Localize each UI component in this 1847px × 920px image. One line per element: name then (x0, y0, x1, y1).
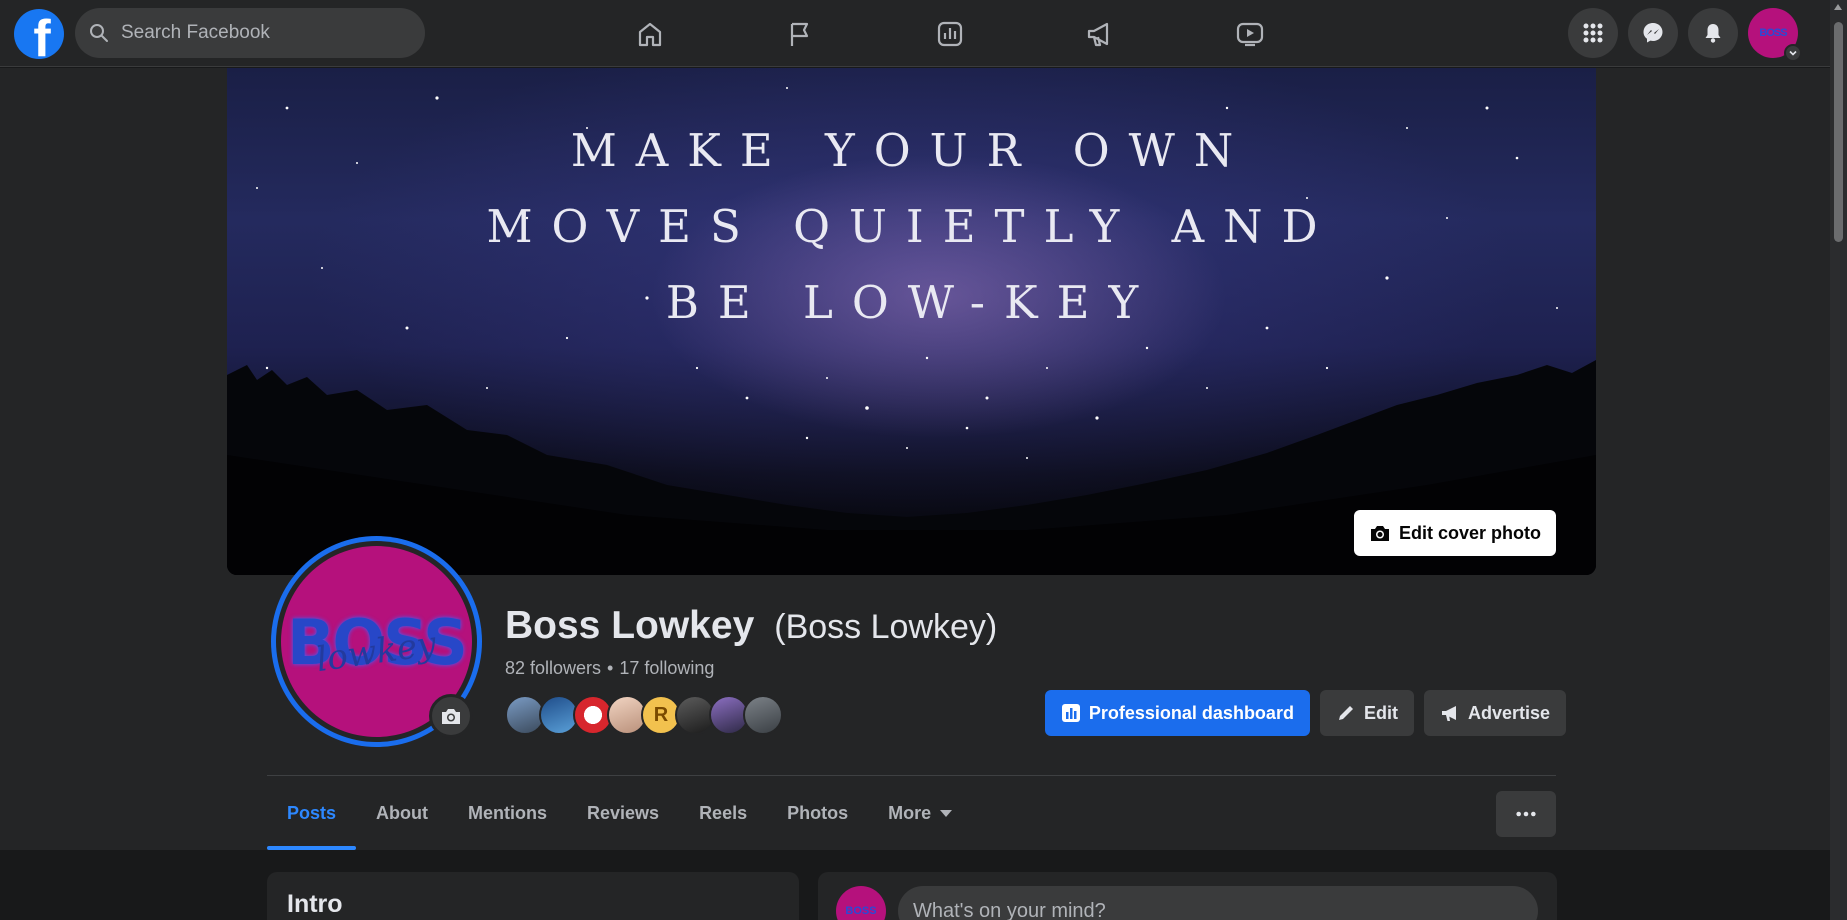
messenger-icon (1643, 23, 1663, 43)
update-profile-picture-button[interactable] (429, 694, 473, 738)
composer-avatar[interactable]: BOSS (836, 886, 886, 920)
following-count-link[interactable]: 17 following (619, 658, 714, 679)
megaphone-icon (1441, 706, 1456, 721)
chevron-down-icon (1784, 44, 1802, 62)
profile-tabs: Posts About Mentions Reviews Reels Photo… (267, 776, 972, 850)
nav-pages[interactable] (725, 0, 875, 67)
scroll-up-arrow[interactable] (1834, 4, 1842, 10)
advertise-label: Advertise (1467, 702, 1550, 723)
professional-dashboard-button[interactable]: Professional dashboard (1044, 690, 1310, 736)
messenger-button[interactable] (1628, 8, 1678, 58)
nav-watch[interactable] (1175, 0, 1325, 67)
notifications-button[interactable] (1688, 8, 1738, 58)
account-avatar[interactable]: BOSS (1748, 8, 1802, 62)
edit-cover-label: Edit cover photo (1398, 522, 1541, 543)
nav-home[interactable] (575, 0, 725, 67)
composer-placeholder: What's on your mind? (913, 899, 1106, 920)
home-icon (638, 22, 662, 46)
megaphone-icon (1087, 22, 1109, 46)
camera-icon (442, 709, 460, 724)
page-scrollbar[interactable] (1830, 0, 1847, 920)
cover-line: MAKE YOUR OWN (570, 124, 1253, 177)
scrollbar-thumb[interactable] (1834, 22, 1843, 242)
profile-name: Boss Lowkey (505, 604, 755, 647)
tab-more[interactable]: More (868, 776, 972, 850)
tab-mentions[interactable]: Mentions (448, 776, 567, 850)
flag-icon (790, 22, 809, 46)
followers-count-link[interactable]: 82 followers (505, 658, 601, 679)
more-options-button[interactable] (1496, 791, 1556, 837)
search-input[interactable]: Search Facebook (75, 8, 425, 58)
menu-grid-icon (1583, 23, 1603, 43)
notifications-icon (1705, 24, 1721, 43)
tab-about[interactable]: About (356, 776, 448, 850)
cover-quote: MAKE YOUR OWN MOVES QUIETLY AND BE LOW-K… (227, 113, 1596, 341)
insights-icon (937, 21, 963, 46)
nav-ads[interactable] (1025, 0, 1175, 67)
tab-reels[interactable]: Reels (679, 776, 767, 850)
cover-line: BE LOW-KEY (665, 276, 1158, 329)
separator-dot: • (607, 658, 614, 678)
ellipsis-icon (1516, 811, 1536, 817)
whats-on-your-mind-input[interactable]: What's on your mind? (898, 886, 1538, 920)
edit-profile-button[interactable]: Edit (1319, 690, 1414, 736)
edit-cover-photo-button[interactable]: Edit cover photo (1353, 510, 1556, 556)
professional-dashboard-label: Professional dashboard (1088, 702, 1294, 723)
tab-posts[interactable]: Posts (267, 776, 357, 850)
menu-button[interactable] (1568, 8, 1618, 58)
edit-label: Edit (1363, 702, 1398, 723)
follower-avatars: R (505, 695, 783, 735)
advertise-button[interactable]: Advertise (1423, 690, 1566, 736)
watch-icon (1236, 22, 1264, 46)
search-placeholder: Search Facebook (121, 22, 270, 43)
pencil-icon (1338, 706, 1353, 720)
follower-initial: R (653, 703, 669, 726)
profile-alternate-name: (Boss Lowkey) (774, 608, 998, 646)
cover-photo[interactable]: MAKE YOUR OWN MOVES QUIETLY AND BE LOW-K… (227, 68, 1596, 575)
follower-avatar[interactable] (743, 695, 783, 735)
intro-card: Intro (267, 872, 799, 920)
top-navigation-bar: f Search Facebook BOSS (0, 0, 1830, 67)
nav-insights[interactable] (875, 0, 1025, 67)
caret-down-icon (940, 809, 953, 817)
avatar-text: BOSS (1759, 27, 1787, 39)
avatar-text: BOSS (845, 905, 877, 917)
dashboard-icon (1061, 704, 1080, 722)
facebook-logo[interactable]: f (14, 9, 64, 59)
camera-icon (1370, 526, 1389, 541)
intro-title: Intro (287, 890, 343, 918)
cover-line: MOVES QUIETLY AND (486, 200, 1337, 253)
search-icon (90, 24, 108, 42)
post-composer: BOSS What's on your mind? (818, 872, 1557, 920)
tab-photos[interactable]: Photos (767, 776, 868, 850)
tab-reviews[interactable]: Reviews (567, 776, 679, 850)
